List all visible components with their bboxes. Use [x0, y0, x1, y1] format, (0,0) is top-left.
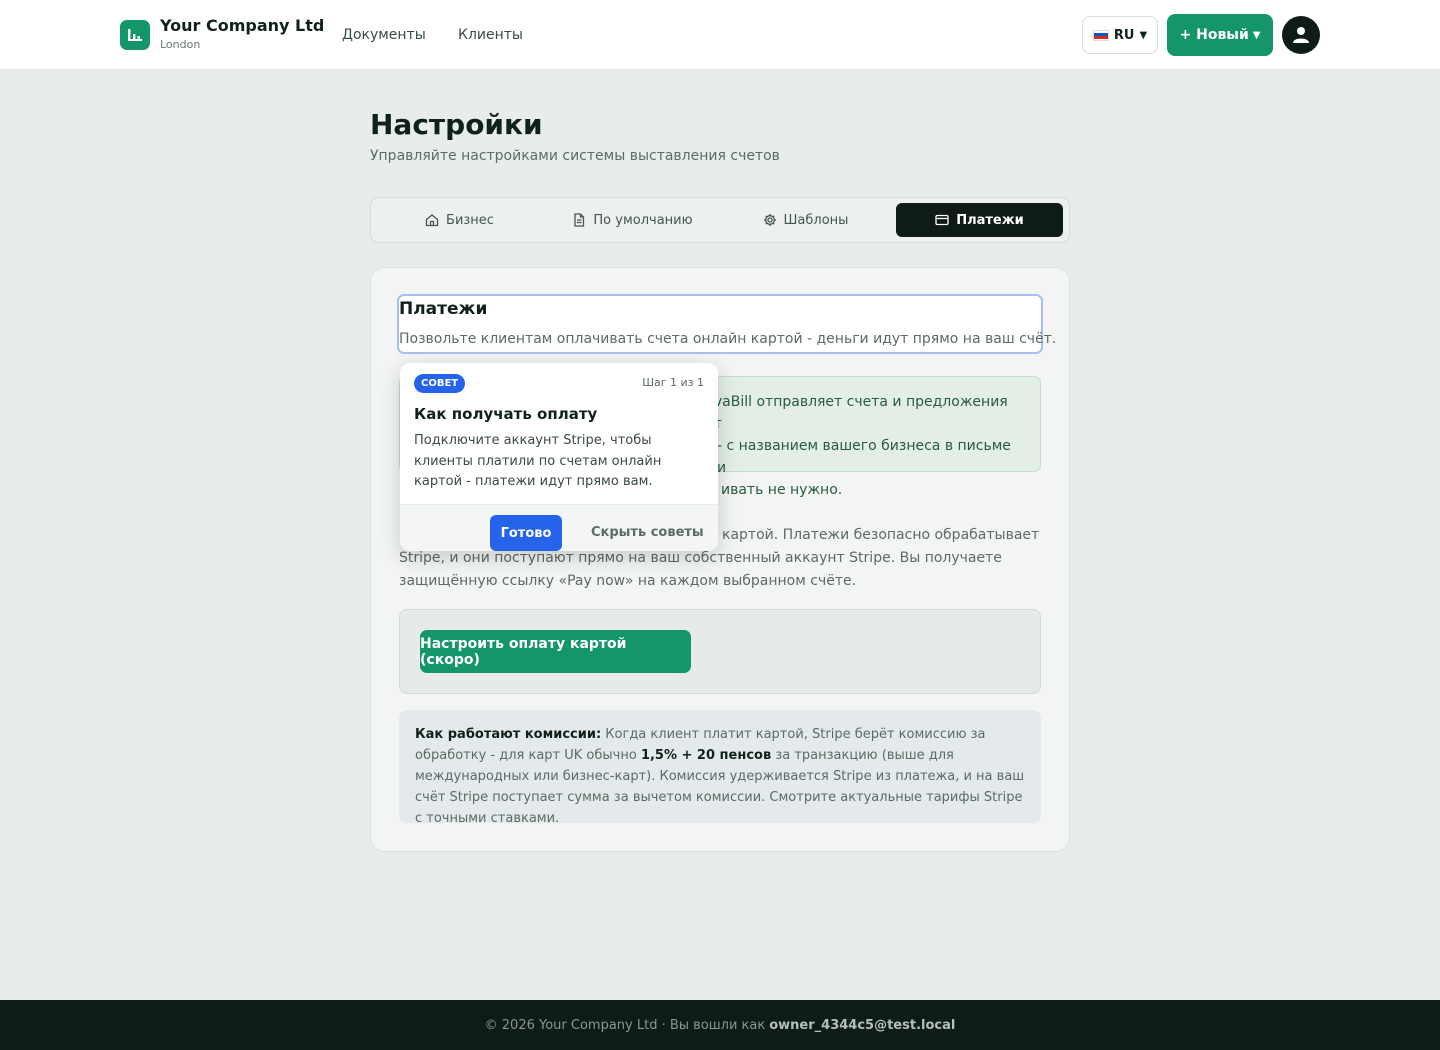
onboarding-tooltip: СОВЕТ Шаг 1 из 1 Как получать оплату Под… — [400, 363, 718, 551]
tab-defaults[interactable]: По умолчанию — [549, 203, 716, 237]
tip-badge: СОВЕТ — [414, 374, 466, 393]
home-icon — [425, 214, 439, 227]
tab-templates[interactable]: Шаблоны — [722, 203, 889, 237]
top-bar: Your Company Ltd London Документы Клиент… — [0, 0, 1440, 70]
language-label: RU — [1113, 27, 1135, 43]
fees-info: Как работают комиссии: Когда клиент плат… — [399, 710, 1041, 826]
new-button-label: + Новый — [1179, 27, 1249, 43]
tip-step-counter: Шаг 1 из 1 — [642, 376, 704, 389]
tab-label: Бизнес — [446, 212, 494, 228]
payments-description: Позвольте клиентам оплачивать счета онла… — [399, 331, 1057, 347]
fees-rate: 1,5% + 20 пенсов — [640, 748, 772, 763]
new-button[interactable]: + Новый ▼ — [1167, 14, 1273, 56]
body-line: защищённую ссылку «Pay now» на каждом вы… — [399, 573, 857, 589]
company-city: London — [160, 38, 201, 51]
document-icon — [574, 213, 585, 227]
page-title: Настройки — [370, 108, 543, 141]
tab-label: Платежи — [956, 212, 1024, 228]
chevron-down-icon: ▼ — [1139, 29, 1148, 41]
nav-documents[interactable]: Документы — [342, 27, 426, 43]
chart-bar-icon[interactable] — [120, 20, 150, 50]
page-subtitle: Управляйте настройками системы выставлен… — [370, 148, 780, 164]
settings-tabs: Бизнес По умолчанию Шаблоны Платежи — [370, 197, 1070, 243]
tip-text: Подключите аккаунт Stripe, чтобы клиенты… — [414, 433, 662, 489]
nav-clients[interactable]: Клиенты — [458, 27, 523, 43]
russia-flag-icon — [1092, 29, 1109, 41]
tip-hide-button[interactable]: Скрыть советы — [591, 525, 704, 540]
tip-title: Как получать оплату — [414, 405, 598, 423]
tip-done-button[interactable]: Готово — [490, 515, 562, 551]
language-selector[interactable]: RU ▼ — [1082, 16, 1158, 54]
tab-payments[interactable]: Платежи — [896, 203, 1063, 237]
user-icon[interactable] — [1282, 16, 1320, 54]
footer: © 2026 Your Company Ltd · Вы вошли как o… — [0, 1000, 1440, 1050]
fees-label: Как работают комиссии: — [415, 727, 602, 742]
gear-icon — [763, 214, 776, 226]
chevron-down-icon: ▼ — [1252, 29, 1261, 41]
footer-copyright: © 2026 Your Company Ltd · Вы вошли как — [484, 1017, 766, 1033]
tab-business[interactable]: Бизнес — [376, 203, 543, 237]
tab-label: Шаблоны — [783, 212, 849, 228]
credit-card-icon — [935, 214, 949, 226]
setup-card-payments-button[interactable]: Настроить оплату картой (скоро) — [420, 630, 691, 673]
payments-title: Платежи — [399, 299, 488, 319]
tip-footer: Готово Скрыть советы — [400, 504, 718, 551]
company-name: Your Company Ltd — [160, 16, 325, 35]
tab-label: По умолчанию — [593, 212, 693, 228]
footer-email: owner_4344c5@test.local — [769, 1017, 956, 1033]
